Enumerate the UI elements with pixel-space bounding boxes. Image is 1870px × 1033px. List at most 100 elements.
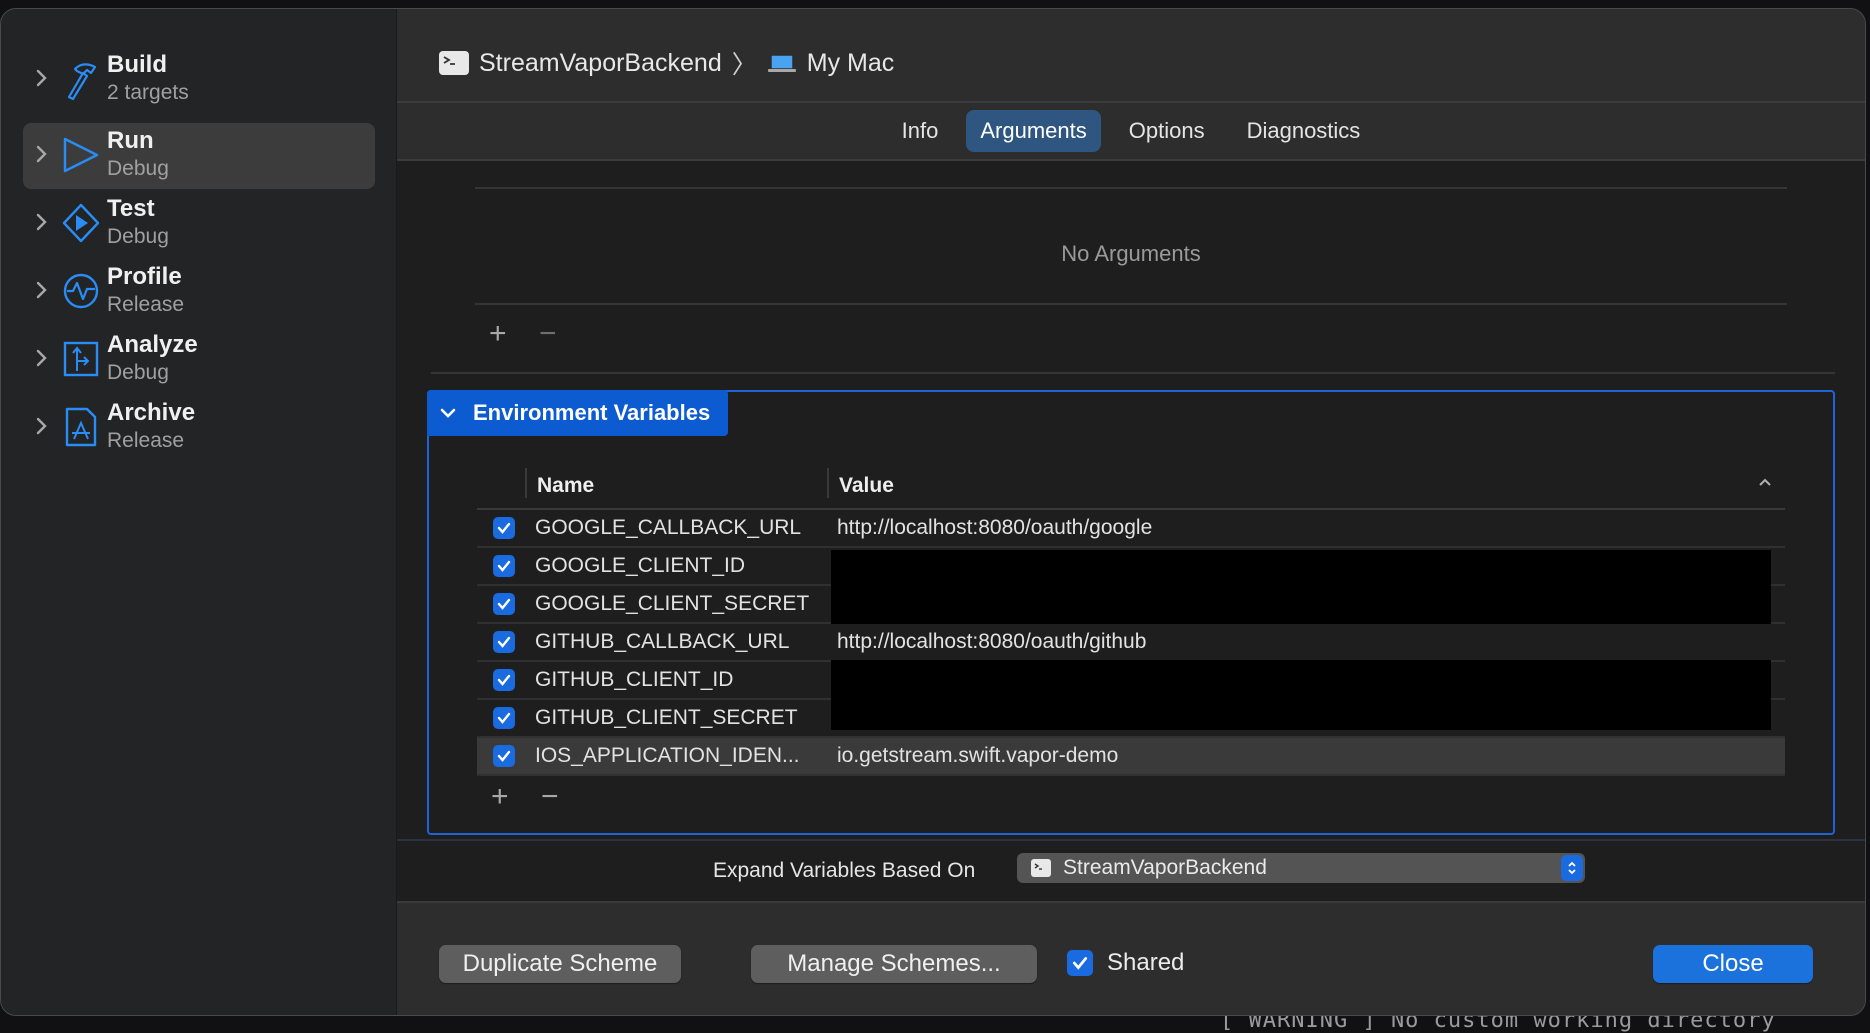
column-header-value[interactable]: Value <box>839 474 894 498</box>
variable-name[interactable]: GITHUB_CLIENT_SECRET <box>535 706 798 730</box>
variable-value[interactable]: http://localhost:8080/oauth/github <box>837 630 1146 654</box>
section-divider <box>431 372 1835 374</box>
column-divider[interactable] <box>525 468 527 498</box>
chevron-right-icon[interactable] <box>33 415 51 437</box>
sidebar-item-run[interactable]: Run Debug <box>23 123 375 189</box>
shared-label: Shared <box>1107 949 1185 976</box>
sidebar-item-test[interactable]: Test Debug <box>23 191 375 257</box>
manage-schemes-button[interactable]: Manage Schemes... <box>751 945 1037 983</box>
checkmark-icon <box>497 750 511 762</box>
variable-name[interactable]: GOOGLE_CLIENT_ID <box>535 554 745 578</box>
variable-name[interactable]: GOOGLE_CALLBACK_URL <box>535 516 801 540</box>
scheme-editor-window: Build 2 targets Run Debug Test Debug Pro… <box>0 8 1866 1016</box>
duplicate-scheme-button[interactable]: Duplicate Scheme <box>439 945 681 983</box>
scheme-name[interactable]: StreamVaporBackend <box>479 49 722 78</box>
chevron-right-icon[interactable] <box>33 347 51 369</box>
hammer-icon <box>67 63 97 101</box>
tab-diagnostics[interactable]: Diagnostics <box>1233 110 1375 152</box>
tab-arguments[interactable]: Arguments <box>966 110 1101 152</box>
checkmark-icon <box>497 712 511 724</box>
sidebar-item-subtitle: Release <box>107 293 185 316</box>
variable-value[interactable]: http://localhost:8080/oauth/google <box>837 516 1152 540</box>
tab-options[interactable]: Options <box>1115 110 1219 152</box>
checkmark-icon <box>497 636 511 648</box>
sidebar-item-title: Build <box>107 51 167 78</box>
row-enabled-checkbox[interactable] <box>493 707 515 729</box>
expand-variables-row: Expand Variables Based On StreamVaporBac… <box>397 839 1865 901</box>
sidebar-item-subtitle: 2 targets <box>107 81 189 104</box>
sort-ascending-icon[interactable] <box>1757 476 1773 488</box>
table-row[interactable]: GOOGLE_CLIENT_ID <box>477 548 1785 624</box>
sidebar-item-subtitle: Debug <box>107 157 169 180</box>
shared-toggle[interactable]: Shared <box>1067 949 1184 977</box>
breadcrumb-separator: 〉 <box>731 51 757 79</box>
column-divider[interactable] <box>827 468 829 498</box>
sidebar-item-profile[interactable]: Profile Release <box>23 259 375 325</box>
row-enabled-checkbox[interactable] <box>493 517 515 539</box>
popup-stepper[interactable] <box>1561 855 1583 881</box>
sidebar-item-archive[interactable]: Archive Release <box>23 395 375 461</box>
up-down-chevron-icon <box>1568 861 1576 875</box>
scheme-actions-sidebar: Build 2 targets Run Debug Test Debug Pro… <box>1 9 397 1015</box>
chevron-right-icon[interactable] <box>33 67 51 89</box>
arguments-content: No Arguments + − Environment Variables N… <box>397 161 1865 839</box>
row-enabled-checkbox[interactable] <box>493 593 515 615</box>
archive-appstore-icon <box>65 407 97 447</box>
variable-name[interactable]: GITHUB_CALLBACK_URL <box>535 630 789 654</box>
shared-checkbox[interactable] <box>1067 950 1093 976</box>
variable-name[interactable]: GITHUB_CLIENT_ID <box>535 668 733 692</box>
sidebar-item-analyze[interactable]: Analyze Debug <box>23 327 375 393</box>
environment-variables-title: Environment Variables <box>473 400 711 425</box>
column-header-name[interactable]: Name <box>537 474 594 498</box>
sidebar-item-subtitle: Debug <box>107 361 169 384</box>
sidebar-item-subtitle: Release <box>107 429 185 452</box>
table-row[interactable]: GITHUB_CLIENT_ID <box>477 660 1785 730</box>
row-enabled-checkbox[interactable] <box>493 745 515 767</box>
test-diamond-icon <box>62 203 100 243</box>
chevron-down-icon <box>440 408 456 418</box>
sidebar-item-build[interactable]: Build 2 targets <box>23 47 375 113</box>
sidebar-item-title: Test <box>107 195 155 222</box>
table-controls: + − <box>477 776 1785 816</box>
sidebar-item-title: Analyze <box>107 331 198 358</box>
remove-variable-button[interactable]: − <box>541 782 559 812</box>
add-argument-button[interactable]: + <box>489 319 507 349</box>
chevron-right-icon[interactable] <box>33 211 51 233</box>
sidebar-item-subtitle: Debug <box>107 225 169 248</box>
table-row[interactable]: GOOGLE_CALLBACK_URL http://localhost:808… <box>477 510 1785 548</box>
run-destination[interactable]: My Mac <box>807 49 895 78</box>
sidebar-item-title: Archive <box>107 399 196 426</box>
add-variable-button[interactable]: + <box>491 782 509 812</box>
checkmark-icon <box>497 598 511 610</box>
chevron-right-icon[interactable] <box>33 279 51 301</box>
row-enabled-checkbox[interactable] <box>493 631 515 653</box>
variable-name[interactable]: GOOGLE_CLIENT_SECRET <box>535 592 809 616</box>
close-button[interactable]: Close <box>1653 945 1813 983</box>
table-row[interactable]: GITHUB_CALLBACK_URL http://localhost:808… <box>477 624 1785 662</box>
chevron-right-icon[interactable] <box>33 143 51 165</box>
environment-variables-section: Environment Variables Name Value GOOGLE_… <box>427 390 1835 835</box>
expand-variables-select[interactable]: StreamVaporBackend <box>1017 853 1585 883</box>
variable-name[interactable]: IOS_APPLICATION_IDEN... <box>535 744 800 768</box>
terminal-icon <box>439 51 469 75</box>
row-enabled-checkbox[interactable] <box>493 669 515 691</box>
checkmark-icon <box>497 522 511 534</box>
table-body: GOOGLE_CALLBACK_URL http://localhost:808… <box>477 510 1785 776</box>
analyze-branch-icon <box>63 341 99 377</box>
sidebar-item-title: Profile <box>107 263 182 290</box>
tab-info[interactable]: Info <box>888 110 953 152</box>
row-enabled-checkbox[interactable] <box>493 555 515 577</box>
play-outline-icon <box>63 137 99 173</box>
profile-waveform-icon <box>63 273 99 309</box>
variable-value[interactable]: io.getstream.swift.vapor-demo <box>837 744 1118 768</box>
remove-argument-button[interactable]: − <box>539 319 557 349</box>
dialog-footer: Duplicate Scheme Manage Schemes... Share… <box>397 901 1865 1015</box>
checkmark-icon <box>497 674 511 686</box>
environment-variables-table: Name Value GOOGLE_CALLBACK_URL http://lo… <box>477 462 1785 816</box>
environment-variables-disclosure[interactable]: Environment Variables <box>427 390 729 436</box>
table-row-selected[interactable]: IOS_APPLICATION_IDEN... io.getstream.swi… <box>477 738 1785 776</box>
scheme-breadcrumb[interactable]: StreamVaporBackend 〉 My Mac <box>439 45 894 81</box>
scheme-editor-main: StreamVaporBackend 〉 My Mac Info Argumen… <box>397 9 1865 1015</box>
checkmark-icon <box>1072 957 1088 970</box>
expand-variables-label: Expand Variables Based On <box>713 859 976 882</box>
